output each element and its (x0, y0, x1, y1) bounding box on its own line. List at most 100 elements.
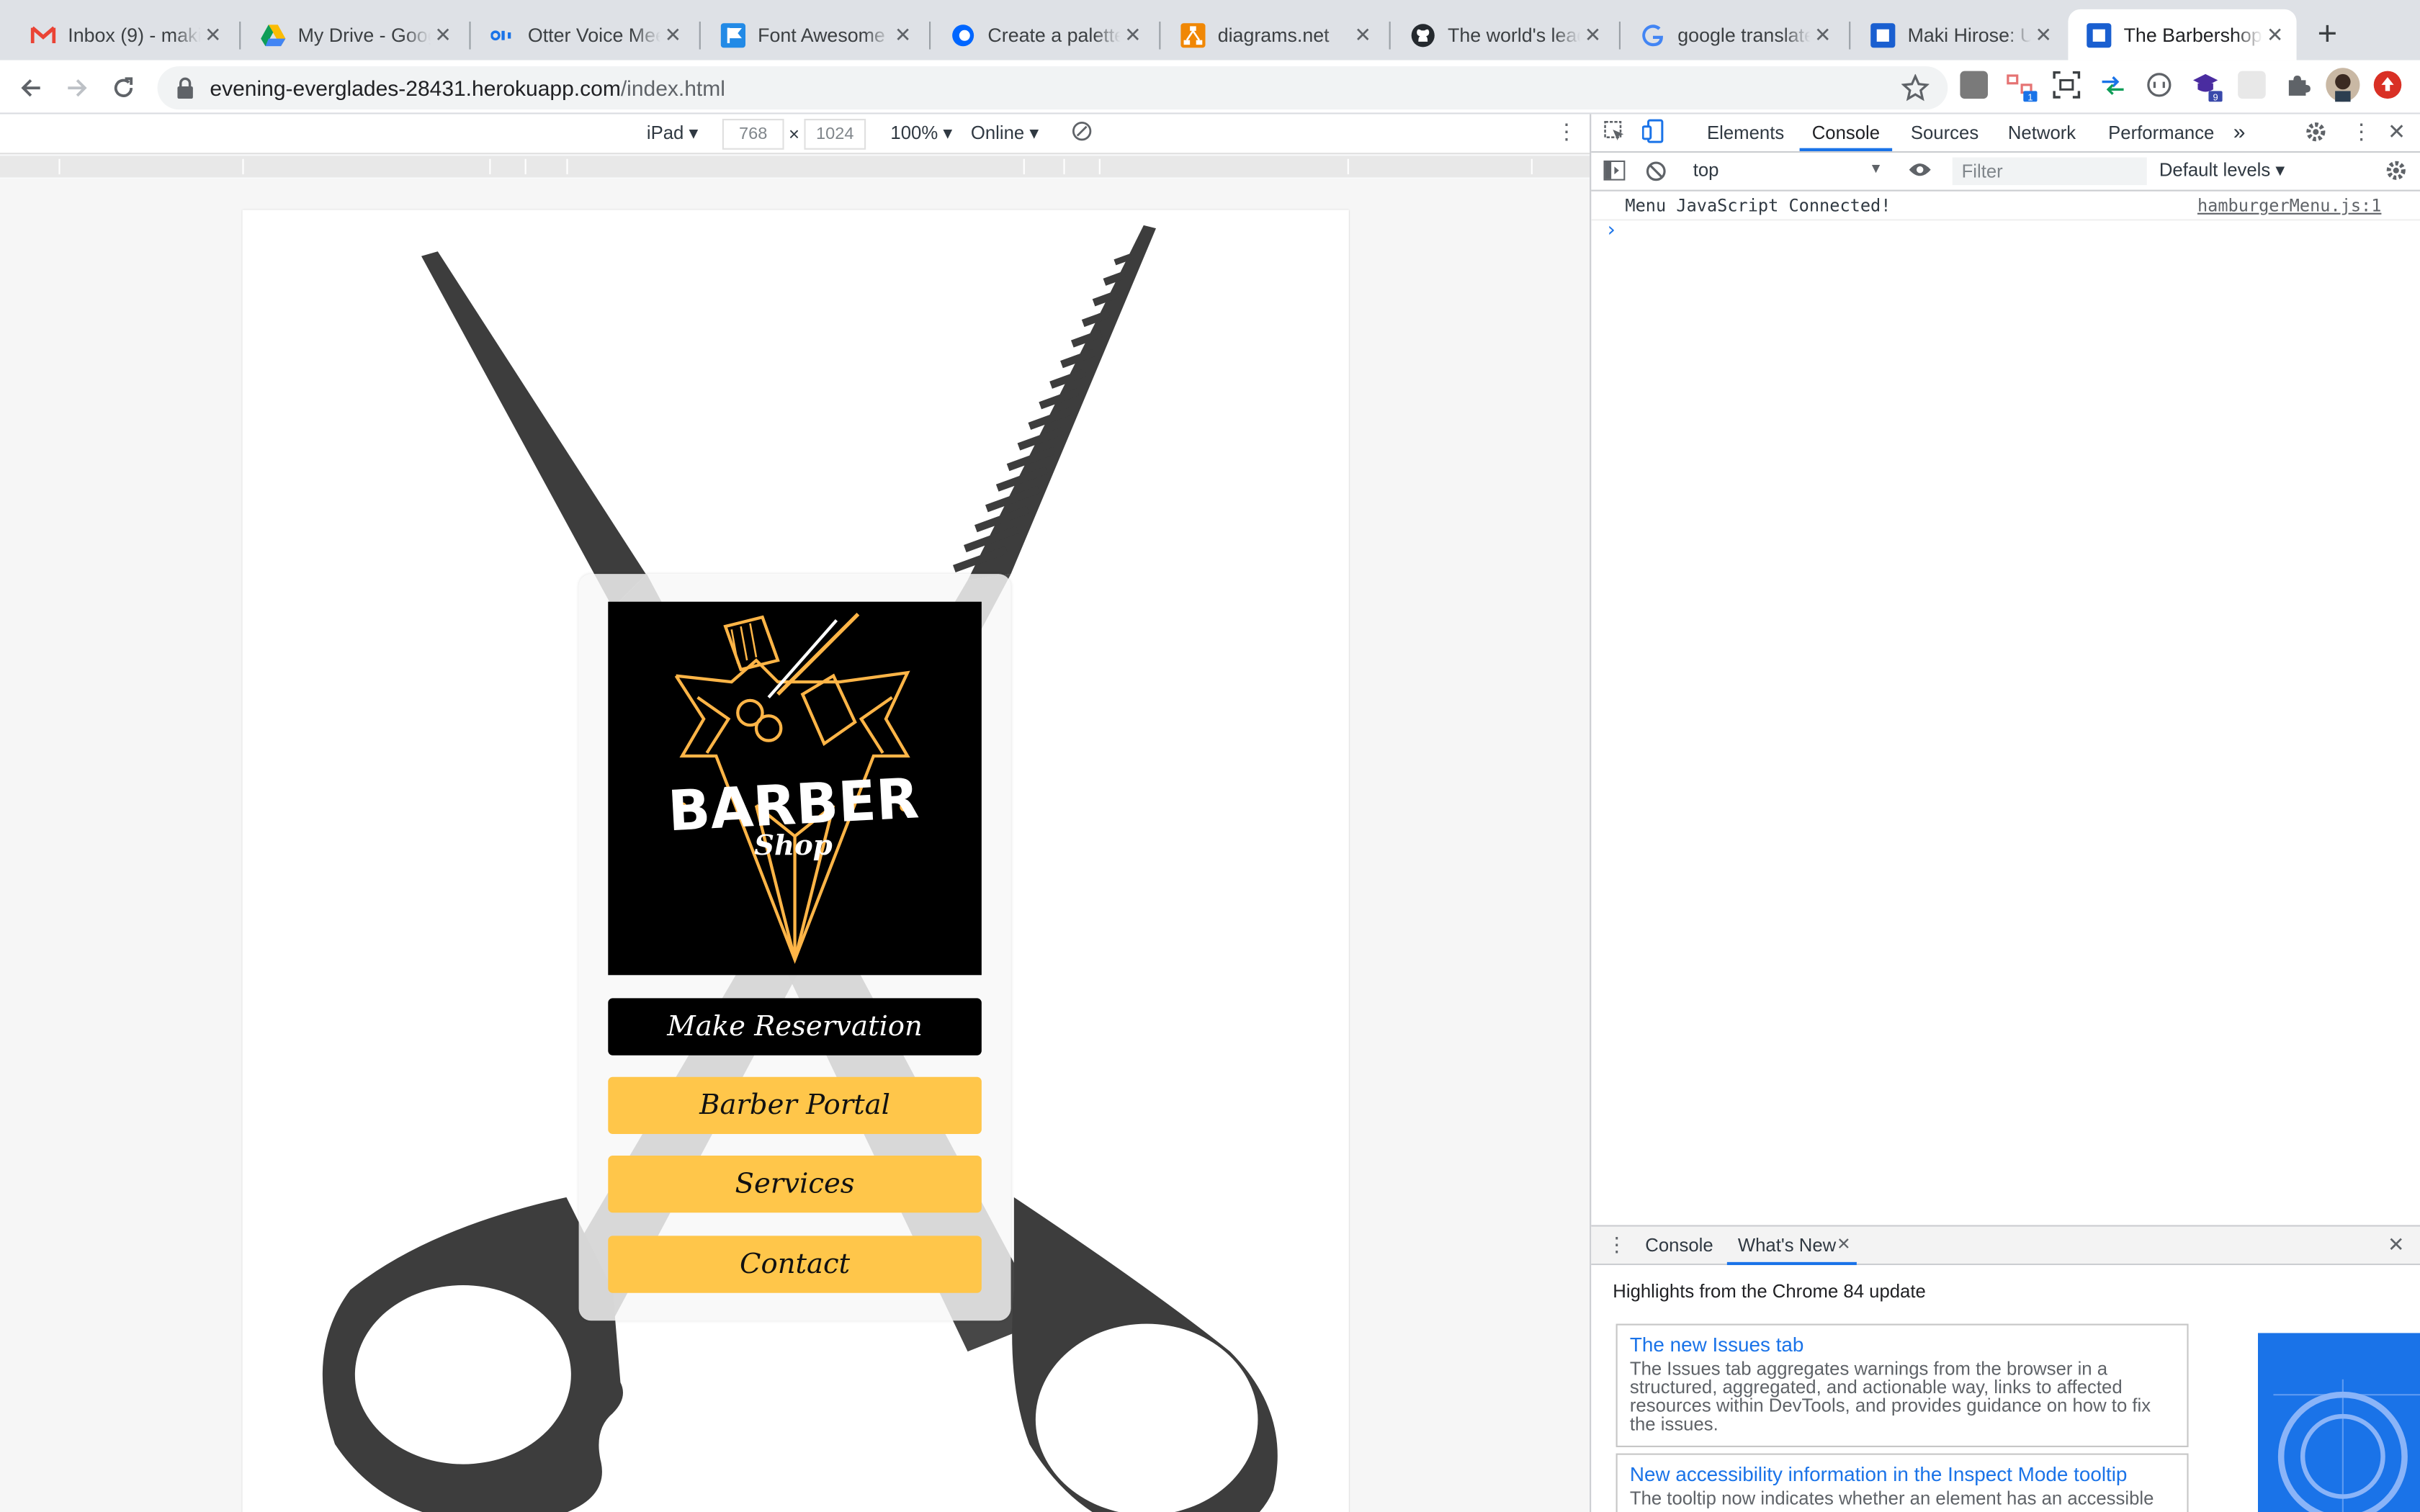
more-tabs-icon[interactable]: » (2233, 119, 2246, 143)
extension-badge: 9 (2213, 91, 2218, 102)
ruler-mark (1098, 158, 1101, 175)
width-input[interactable]: 768 (722, 119, 784, 150)
close-icon[interactable]: ✕ (2031, 22, 2056, 47)
close-icon[interactable]: ✕ (660, 22, 685, 47)
tab-diagrams[interactable]: diagrams.net ✕ (1162, 9, 1385, 60)
settings-gear-icon[interactable] (2304, 120, 2327, 148)
device-select[interactable]: iPad ▾ (647, 122, 699, 143)
tab-label: diagrams.net (1217, 24, 1330, 46)
close-icon[interactable]: ✕ (431, 22, 455, 47)
extension-icon[interactable] (1960, 71, 1988, 99)
filter-input[interactable]: Filter (1952, 157, 2147, 186)
device-toggle-icon[interactable] (1641, 119, 1664, 148)
close-icon[interactable]: ✕ (1580, 22, 1605, 47)
rotate-icon[interactable] (1071, 120, 1093, 146)
extension-graph-icon[interactable]: 1 (2007, 71, 2038, 102)
site-icon (2087, 22, 2112, 48)
close-drawer-icon[interactable]: ✕ (2388, 1233, 2404, 1257)
extension-grid-icon[interactable] (2238, 71, 2266, 99)
github-icon (1411, 22, 1435, 47)
site-icon (1870, 22, 1896, 48)
news-card[interactable]: The new Issues tab The Issues tab aggreg… (1615, 1323, 2189, 1447)
bookmark-star-icon[interactable] (1901, 73, 1930, 102)
extension-badge: 1 (2027, 91, 2033, 102)
tab-drive[interactable]: My Drive - Google Drive ✕ (242, 9, 465, 60)
inspect-element-icon[interactable] (1603, 120, 1625, 146)
address-bar[interactable]: evening-everglades-28431.herokuapp.com/i… (157, 66, 1948, 110)
ipad-screen: BARBER Shop Make Reservation Barber Port… (242, 210, 1349, 1512)
tab-gmail[interactable]: Inbox (9) - making ✕ (12, 9, 235, 60)
log-levels-select[interactable]: Default levels ▾ (2159, 159, 2285, 181)
tab-google-translate[interactable]: google translate ✕ (1622, 9, 1845, 60)
flag-icon (720, 22, 745, 48)
network-select[interactable]: Online ▾ (971, 122, 1039, 143)
drawer-menu-icon[interactable]: ⋮ (1607, 1233, 1627, 1257)
reload-button[interactable] (105, 69, 142, 106)
reload-icon (114, 77, 133, 97)
drawer-tab-console[interactable]: Console (1645, 1234, 1713, 1256)
ruler-mark (242, 158, 244, 175)
tab-label: Otter Voice Meeting Notes (527, 24, 660, 46)
forward-button[interactable] (58, 69, 95, 106)
close-tab-icon[interactable]: ✕ (1837, 1234, 1851, 1254)
console-source-link[interactable]: hamburgerMenu.js:1 (2197, 196, 2381, 216)
zoom-select[interactable]: 100% ▾ (890, 122, 952, 143)
close-icon[interactable]: ✕ (2262, 22, 2287, 47)
devtools-tab-bar: Elements Console Sources Network Perform… (1591, 114, 2420, 153)
profile-avatar[interactable] (2326, 68, 2360, 102)
puzzle-icon[interactable] (2284, 71, 2312, 99)
tab-separator (1389, 22, 1391, 50)
barber-portal-button[interactable]: Barber Portal (608, 1076, 982, 1134)
otter-icon (490, 22, 515, 47)
extension-hat-icon[interactable]: 9 (2192, 71, 2223, 102)
clear-console-icon[interactable] (1645, 161, 1667, 186)
tab-performance[interactable]: Performance (2108, 122, 2214, 143)
tab-sources[interactable]: Sources (1911, 122, 1978, 143)
height-input[interactable]: 1024 (804, 119, 866, 150)
tab-font-awesome[interactable]: Font Awesome ✕ (702, 9, 925, 60)
close-devtools-icon[interactable]: ✕ (2388, 119, 2406, 145)
highlights-heading: Highlights from the Chrome 84 update (1613, 1280, 1926, 1302)
tab-separator (929, 22, 931, 50)
tab-otter[interactable]: Otter Voice Meeting Notes ✕ (472, 9, 695, 60)
console-settings-icon[interactable] (2385, 159, 2408, 187)
tab-console[interactable]: Console (1812, 122, 1880, 143)
context-selector[interactable]: top (1693, 159, 1719, 181)
make-reservation-button[interactable]: Make Reservation (608, 998, 982, 1056)
services-button[interactable]: Services (608, 1156, 982, 1213)
back-button[interactable] (12, 69, 49, 106)
sidebar-toggle-icon[interactable] (1603, 160, 1626, 185)
arrow-left-icon (21, 79, 40, 97)
tab-github[interactable]: The world's leading ✕ (1392, 9, 1615, 60)
update-icon[interactable] (2373, 71, 2402, 99)
console-message: Menu JavaScript Connected! (1625, 196, 1891, 216)
contact-button[interactable]: Contact (608, 1236, 982, 1293)
tab-label: My Drive - Google Drive (297, 24, 431, 46)
close-icon[interactable]: ✕ (1811, 22, 1835, 47)
close-icon[interactable]: ✕ (1350, 22, 1375, 47)
devtools-menu-icon[interactable]: ⋮ (2351, 119, 2372, 145)
device-viewport: BARBER Shop Make Reservation Barber Port… (0, 179, 1590, 1512)
zoom-label: 100% (890, 122, 938, 144)
tab-palette[interactable]: Create a palette ✕ (932, 9, 1155, 60)
tab-network[interactable]: Network (2008, 122, 2076, 143)
news-card[interactable]: New accessibility information in the Ins… (1615, 1453, 2189, 1512)
extension-arrows-icon[interactable] (2099, 71, 2127, 99)
chevron-down-icon: ▼ (1869, 160, 1883, 176)
drawer-tab-whats-new[interactable]: What's New (1738, 1234, 1836, 1256)
tab-barbershop[interactable]: The Barbershop ✕ (2068, 9, 2297, 60)
news-title[interactable]: New accessibility information in the Ins… (1630, 1461, 2174, 1487)
console-prompt-icon[interactable]: › (1605, 219, 1618, 242)
tab-maki-hirose[interactable]: Maki Hirose: UX/UI ✕ (1852, 9, 2065, 60)
news-title[interactable]: The new Issues tab (1630, 1331, 2174, 1357)
tab-elements[interactable]: Elements (1707, 122, 1784, 143)
new-tab-button[interactable]: + (2309, 14, 2346, 53)
screenshot-icon[interactable] (2053, 71, 2081, 99)
scissors-logo-icon (723, 612, 860, 747)
eye-icon[interactable] (1908, 161, 1932, 184)
close-icon[interactable]: ✕ (1121, 22, 1145, 47)
extension-circle-icon[interactable] (2146, 71, 2174, 99)
close-icon[interactable]: ✕ (890, 22, 915, 47)
close-icon[interactable]: ✕ (201, 22, 225, 47)
more-options-icon[interactable]: ⋮ (1556, 119, 1577, 145)
